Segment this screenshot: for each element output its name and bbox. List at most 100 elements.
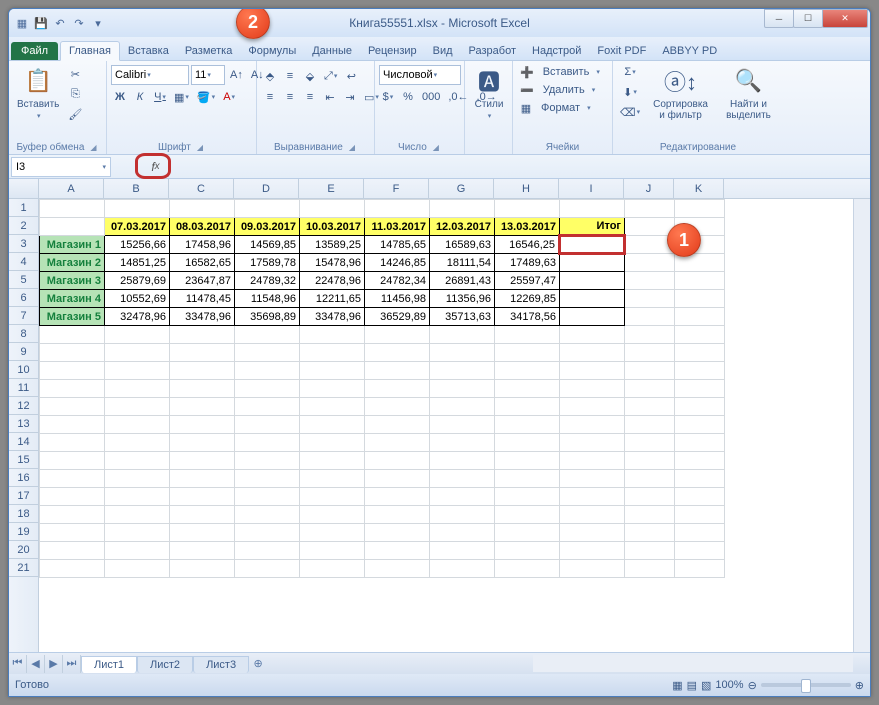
cell[interactable]: [170, 200, 235, 218]
col-C[interactable]: C: [169, 179, 234, 199]
cell[interactable]: [105, 488, 170, 506]
cell[interactable]: [40, 344, 105, 362]
number-launcher-icon[interactable]: ◢: [431, 142, 441, 153]
cell[interactable]: [105, 452, 170, 470]
cell[interactable]: Итог: [560, 218, 625, 236]
grow-font-button[interactable]: A↑: [227, 66, 246, 84]
autosum-button[interactable]: Σ▾: [617, 63, 643, 81]
cell[interactable]: [495, 380, 560, 398]
cell[interactable]: 11548,96: [235, 290, 300, 308]
format-cells-button[interactable]: ▦: [517, 99, 535, 117]
cell[interactable]: [560, 470, 625, 488]
cell[interactable]: [170, 380, 235, 398]
sort-filter-button[interactable]: ⓐ↕Сортировка и фильтр: [645, 63, 716, 123]
cell[interactable]: 36529,89: [365, 308, 430, 326]
cell[interactable]: [235, 326, 300, 344]
font-color-button[interactable]: A▾: [220, 88, 238, 106]
italic-button[interactable]: К: [131, 88, 149, 106]
col-E[interactable]: E: [299, 179, 364, 199]
cell[interactable]: [365, 452, 430, 470]
zoom-in-button[interactable]: ⊕: [855, 679, 864, 692]
cell[interactable]: 33478,96: [170, 308, 235, 326]
cell[interactable]: [675, 560, 725, 578]
cell[interactable]: [300, 200, 365, 218]
row-18[interactable]: 18: [9, 505, 38, 523]
increase-indent-button[interactable]: ⇥: [341, 88, 359, 106]
fill-color-button[interactable]: 🪣▾: [194, 88, 218, 106]
cell[interactable]: [235, 560, 300, 578]
cell[interactable]: [300, 326, 365, 344]
cell[interactable]: [625, 290, 675, 308]
qat-more-icon[interactable]: ▾: [89, 14, 107, 32]
font-name-select[interactable]: Calibri▾: [111, 65, 189, 85]
cell[interactable]: [235, 416, 300, 434]
cell[interactable]: [170, 542, 235, 560]
cell[interactable]: 09.03.2017: [235, 218, 300, 236]
formulas-tab[interactable]: Формулы: [240, 42, 304, 60]
cell[interactable]: [300, 488, 365, 506]
cell[interactable]: [495, 416, 560, 434]
cell[interactable]: [170, 560, 235, 578]
cell[interactable]: [40, 488, 105, 506]
cell[interactable]: [625, 560, 675, 578]
cell[interactable]: [105, 380, 170, 398]
cell[interactable]: [625, 416, 675, 434]
vertical-scrollbar[interactable]: [853, 199, 870, 652]
cell[interactable]: [170, 452, 235, 470]
cell[interactable]: [560, 560, 625, 578]
sheet-tab-1[interactable]: Лист1: [81, 656, 137, 673]
sheet-tab-3[interactable]: Лист3: [193, 656, 249, 673]
cell[interactable]: [300, 542, 365, 560]
cell[interactable]: [675, 308, 725, 326]
cell[interactable]: [105, 470, 170, 488]
col-G[interactable]: G: [429, 179, 494, 199]
paste-button[interactable]: 📋Вставить▾: [13, 63, 63, 122]
styles-button[interactable]: 🅰Стили▾: [469, 63, 509, 122]
cell[interactable]: [495, 362, 560, 380]
cell[interactable]: [675, 344, 725, 362]
cell[interactable]: 15256,66: [105, 236, 170, 254]
cell[interactable]: [430, 542, 495, 560]
cell[interactable]: [170, 326, 235, 344]
cell[interactable]: [625, 200, 675, 218]
cell[interactable]: [560, 542, 625, 560]
cell[interactable]: [105, 200, 170, 218]
cell[interactable]: 17458,96: [170, 236, 235, 254]
sheet-nav-prev[interactable]: ◀: [27, 655, 45, 673]
row-2[interactable]: 2: [9, 217, 38, 235]
cell[interactable]: [560, 524, 625, 542]
cell[interactable]: [235, 398, 300, 416]
cell[interactable]: [300, 362, 365, 380]
cell[interactable]: [560, 452, 625, 470]
number-format-select[interactable]: Числовой▾: [379, 65, 461, 85]
cell[interactable]: [430, 200, 495, 218]
cell[interactable]: [430, 452, 495, 470]
align-center-button[interactable]: ≡: [281, 88, 299, 106]
cell[interactable]: [625, 398, 675, 416]
cell[interactable]: 35698,89: [235, 308, 300, 326]
cell[interactable]: [300, 416, 365, 434]
zoom-out-button[interactable]: ⊖: [748, 679, 757, 692]
redo-icon[interactable]: ↷: [70, 14, 88, 32]
cell[interactable]: [625, 470, 675, 488]
cell[interactable]: 07.03.2017: [105, 218, 170, 236]
cell[interactable]: Магазин 5: [40, 308, 105, 326]
foxit-tab[interactable]: Foxit PDF: [589, 42, 654, 60]
orientation-button[interactable]: ⤢▾: [321, 67, 340, 85]
cell[interactable]: [625, 362, 675, 380]
cell[interactable]: [365, 542, 430, 560]
cell[interactable]: [625, 542, 675, 560]
cell[interactable]: [430, 362, 495, 380]
formula-input[interactable]: [169, 157, 870, 177]
cell[interactable]: Магазин 4: [40, 290, 105, 308]
sheet-nav-next[interactable]: ▶: [45, 655, 63, 673]
cell[interactable]: [170, 506, 235, 524]
row-9[interactable]: 9: [9, 343, 38, 361]
row-14[interactable]: 14: [9, 433, 38, 451]
cell[interactable]: [495, 452, 560, 470]
cell[interactable]: 18111,54: [430, 254, 495, 272]
cell[interactable]: [300, 398, 365, 416]
cell[interactable]: [40, 452, 105, 470]
row-5[interactable]: 5: [9, 271, 38, 289]
cell[interactable]: [40, 542, 105, 560]
